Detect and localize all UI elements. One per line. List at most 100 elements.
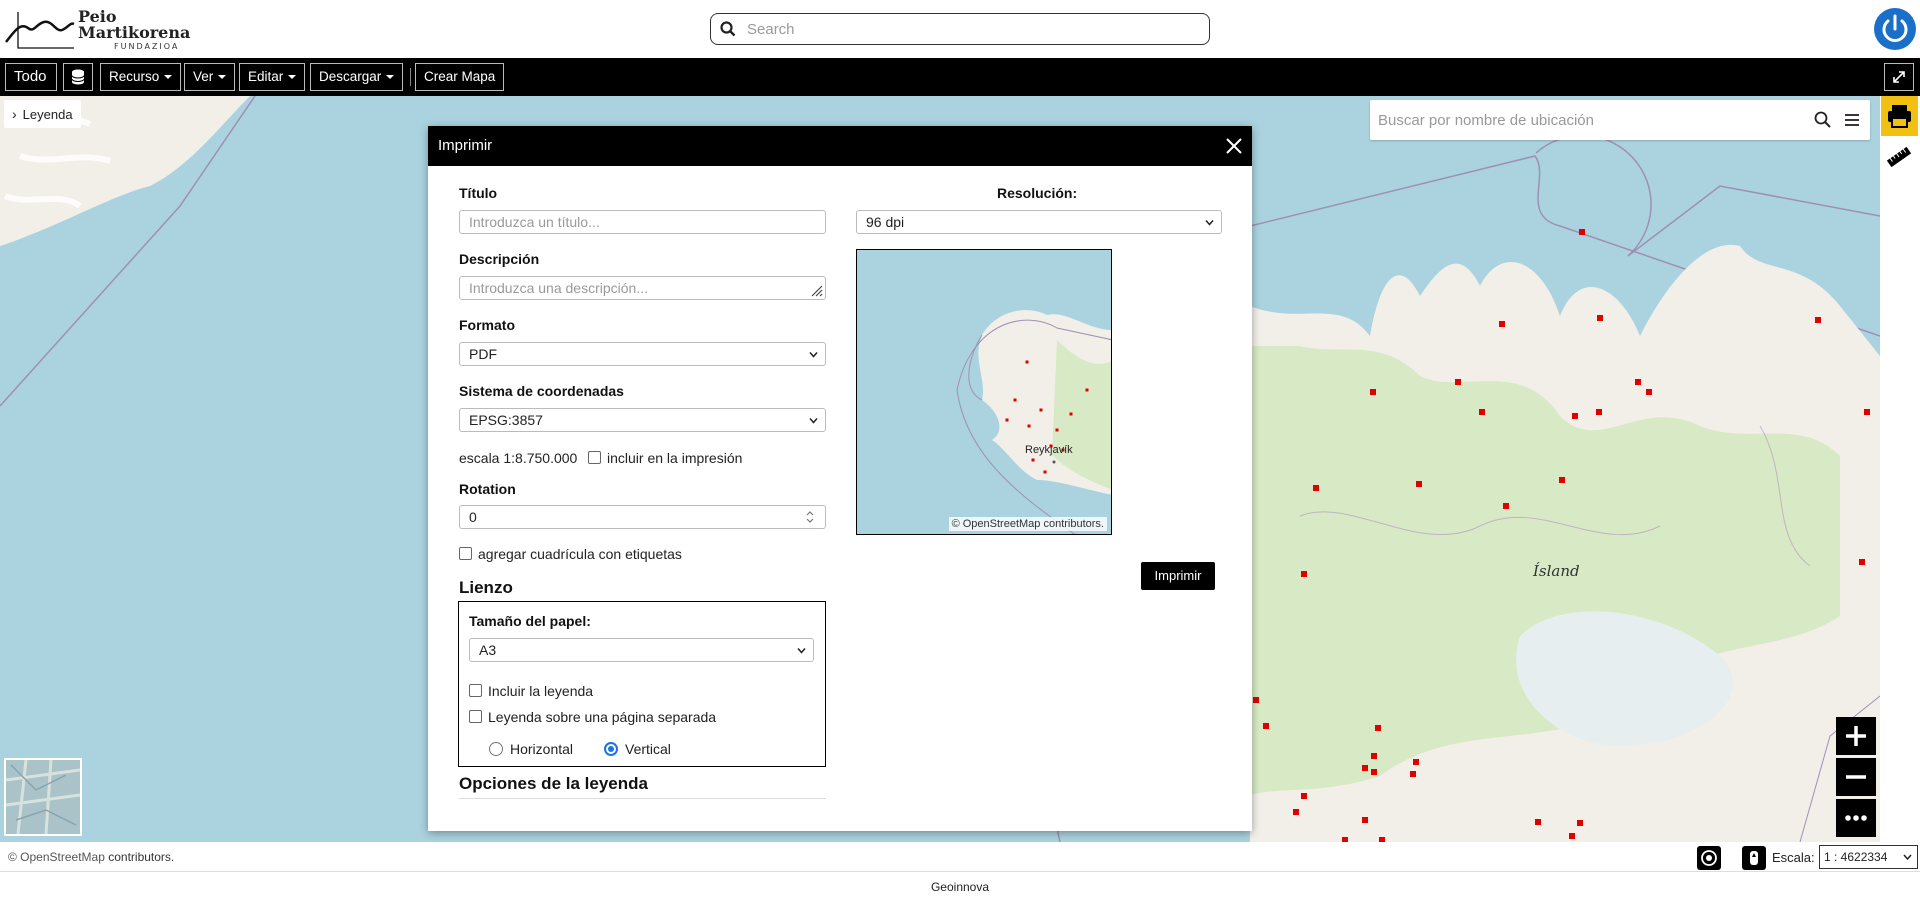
logo[interactable]: Peio Martikorena FUNDAZIOA (4, 6, 190, 51)
more-tools-button[interactable] (1836, 799, 1876, 837)
legend-options-heading[interactable]: Opciones de la leyenda (459, 774, 648, 794)
map-marker[interactable] (1301, 793, 1307, 799)
map-marker[interactable] (1413, 759, 1419, 765)
location-search (1370, 100, 1870, 140)
rotation-input[interactable]: 0 (459, 505, 826, 529)
preview-attribution-text: contributors. (1040, 518, 1104, 530)
map-marker[interactable] (1646, 389, 1652, 395)
resolution-select[interactable]: 96 dpi (856, 210, 1222, 234)
map-marker[interactable] (1859, 559, 1865, 565)
overview-map-image (5, 759, 81, 835)
title-input[interactable]: Introduzca un título... (459, 210, 826, 234)
view-menu[interactable]: Ver (184, 63, 236, 91)
osm-link[interactable]: © OpenStreetMap (8, 850, 105, 864)
map-marker[interactable] (1410, 771, 1416, 777)
paper-size-select[interactable]: A3 (469, 638, 814, 662)
map-marker[interactable] (1362, 817, 1368, 823)
print-tool-button[interactable] (1881, 96, 1918, 136)
dialog-header: Imprimir (428, 126, 1252, 166)
search-input[interactable] (747, 18, 1197, 40)
map-marker[interactable] (1559, 477, 1565, 483)
close-icon[interactable] (1224, 136, 1244, 156)
map-marker[interactable] (1301, 571, 1307, 577)
chevron-down-icon (797, 648, 806, 654)
location-search-input[interactable] (1378, 109, 1798, 131)
include-scale-checkbox[interactable] (588, 451, 601, 464)
create-map-button[interactable]: Crear Mapa (415, 63, 505, 91)
map-marker[interactable] (1535, 819, 1541, 825)
country-label: Ísland (1533, 562, 1580, 580)
orientation-horizontal-radio[interactable] (489, 742, 503, 756)
map-marker[interactable] (1455, 379, 1461, 385)
map-marker[interactable] (1313, 485, 1319, 491)
map-marker[interactable] (1596, 409, 1602, 415)
measure-tool-button[interactable] (1884, 142, 1914, 172)
map-marker[interactable] (1503, 503, 1509, 509)
scale-select[interactable]: 1 : 4622334 (1819, 845, 1918, 869)
map-marker[interactable] (1635, 379, 1641, 385)
legend-separate-checkbox[interactable] (469, 710, 482, 723)
fullscreen-button[interactable] (1884, 63, 1914, 91)
coordinates-button[interactable] (1742, 846, 1766, 870)
map-marker[interactable] (1579, 229, 1585, 235)
caret-down-icon (288, 75, 297, 80)
tool-strip (1880, 96, 1920, 842)
map-marker[interactable] (1479, 409, 1485, 415)
orientation-vertical-label: Vertical (625, 741, 671, 757)
zoom-in-button[interactable] (1836, 717, 1876, 755)
edit-menu[interactable]: Editar (239, 63, 306, 91)
hamburger-menu-icon[interactable] (1842, 110, 1862, 130)
print-button[interactable]: Imprimir (1141, 562, 1215, 590)
map-marker[interactable] (1572, 413, 1578, 419)
orientation-vertical-radio[interactable] (604, 742, 618, 756)
overview-map[interactable] (4, 758, 82, 836)
map-marker[interactable] (1263, 723, 1269, 729)
map-marker[interactable] (1416, 481, 1422, 487)
map-marker[interactable] (1293, 809, 1299, 815)
format-select[interactable]: PDF (459, 342, 826, 366)
spinner-arrows-icon[interactable] (805, 509, 815, 525)
map-marker[interactable] (1362, 765, 1368, 771)
chevron-down-icon (809, 352, 818, 358)
user-power-button[interactable] (1874, 8, 1916, 50)
map-marker[interactable] (1371, 753, 1377, 759)
map-marker[interactable] (1815, 317, 1821, 323)
description-textarea[interactable]: Introduzca una descripción... (459, 276, 826, 300)
map-marker[interactable] (1864, 409, 1870, 415)
resource-menu[interactable]: Recurso (100, 63, 182, 91)
paper-size-label: Tamaño del papel: (469, 613, 591, 629)
resize-handle-icon[interactable] (809, 283, 823, 297)
map-marker[interactable] (1499, 321, 1505, 327)
map-marker[interactable] (1569, 833, 1575, 839)
resolution-value: 96 dpi (866, 214, 905, 230)
map-marker[interactable] (1577, 820, 1583, 826)
print-dialog: Imprimir Título Introduzca un título... … (428, 126, 1252, 831)
print-preview-map[interactable]: Reykjavík © OpenStreetMap contributors. (856, 249, 1112, 535)
all-button[interactable]: Todo (5, 63, 57, 91)
legend-toggle[interactable]: › Leyenda (4, 100, 81, 128)
map-marker[interactable] (1371, 769, 1377, 775)
grid-checkbox[interactable] (459, 547, 472, 560)
caret-down-icon (386, 75, 395, 80)
zoom-out-button[interactable] (1836, 758, 1876, 796)
minus-icon (1846, 775, 1866, 779)
include-legend-checkbox[interactable] (469, 684, 482, 697)
map-marker[interactable] (1597, 315, 1603, 321)
scale-value: 1 : 4622334 (1824, 850, 1888, 864)
rotation-value: 0 (469, 509, 477, 525)
search-icon[interactable] (720, 21, 736, 37)
download-menu[interactable]: Descargar (310, 63, 404, 91)
compass-icon (1750, 851, 1758, 865)
crs-select[interactable]: EPSG:3857 (459, 408, 826, 432)
chevron-down-icon (1205, 220, 1214, 226)
format-value: PDF (469, 346, 497, 362)
layers-button[interactable] (63, 63, 93, 91)
preview-osm-link[interactable]: © OpenStreetMap (952, 518, 1041, 530)
locate-button[interactable] (1697, 846, 1721, 870)
map-marker[interactable] (1375, 725, 1381, 731)
logo-line2: Martikorena (78, 23, 191, 42)
map-marker[interactable] (1370, 389, 1376, 395)
map-marker[interactable] (1253, 697, 1259, 703)
search-icon[interactable] (1813, 110, 1833, 130)
chevron-right-icon: › (12, 106, 17, 122)
